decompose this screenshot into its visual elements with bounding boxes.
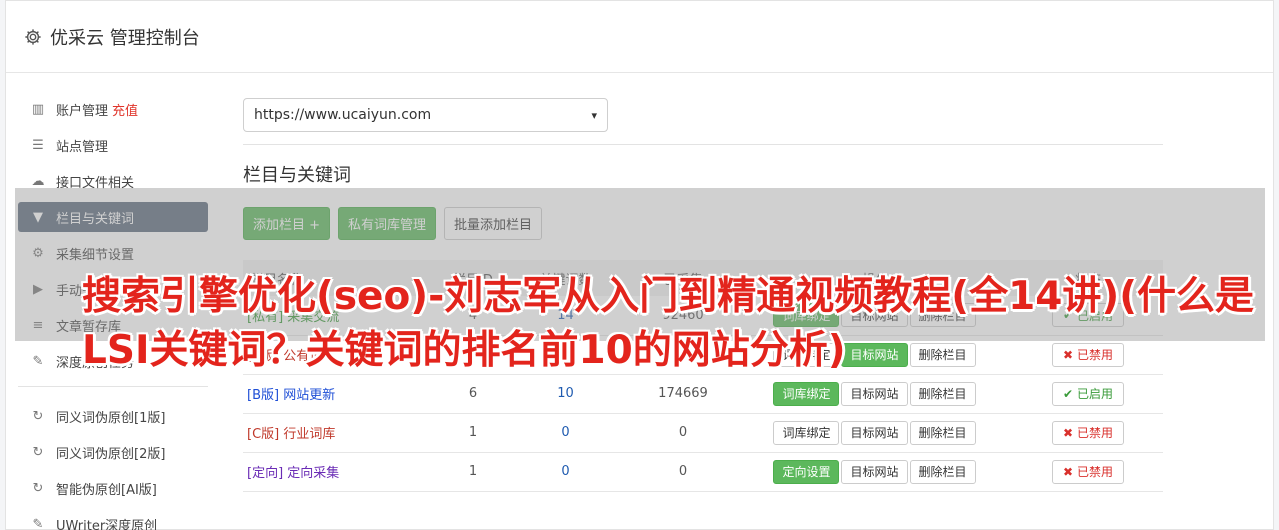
sidebar-item-sites[interactable]: ☰ 站点管理 [18, 130, 208, 160]
check-icon: ✔ [1063, 386, 1074, 401]
row-name[interactable]: 网站更新 [283, 388, 335, 403]
app-title: 优采云 管理控制台 [50, 27, 200, 49]
row-name[interactable]: 定向采集 [287, 466, 339, 481]
row-collected: 0 [678, 425, 688, 440]
table-row: [定向] 定向采集 1 0 0 定向设置 目标网站 删除栏目 ✖ 已禁用 [243, 452, 1163, 491]
sidebar-item-label: UWriter深度原创 [56, 518, 158, 530]
section-title: 栏目与关键词 [243, 165, 351, 186]
sidebar-divider [18, 386, 208, 387]
site-select[interactable]: https://www.ucaiyun.com ▾ [243, 98, 608, 132]
sidebar-item-ai-rewrite[interactable]: ↻ 智能伪原创[AI版] [18, 473, 208, 503]
target-site-button[interactable]: 目标网站 [841, 420, 908, 445]
sidebar-item-synonym-v2[interactable]: ↻ 同义词伪原创[2版] [18, 437, 208, 467]
table-row: [C版] 行业词库 1 0 0 词库绑定 目标网站 删除栏目 ✖ 已禁用 [243, 413, 1163, 452]
sidebar-item-uwriter[interactable]: ✎ UWriter深度原创 [18, 509, 208, 530]
status-toggle[interactable]: ✖ 已禁用 [1052, 420, 1124, 445]
site-select-value: https://www.ucaiyun.com [254, 107, 432, 123]
row-tag: [C版] [247, 427, 280, 442]
delete-column-button[interactable]: 删除栏目 [909, 381, 976, 406]
page: 优采云 管理控制台 ▥ 账户管理 充值 ☰ 站点管理 ☁ 接口文件相关 ▼ 栏目… [0, 0, 1279, 530]
row-collected: 0 [678, 464, 688, 479]
sidebar-item-label: 智能伪原创[AI版] [56, 482, 157, 498]
directed-settings-button[interactable]: 定向设置 [773, 459, 840, 484]
row-kw-count[interactable]: 0 [503, 452, 628, 491]
target-site-button[interactable]: 目标网站 [841, 381, 908, 406]
bar-chart-icon: ▥ [31, 101, 45, 117]
sidebar-item-label: 账户管理 [56, 103, 109, 119]
row-collected: 174669 [658, 386, 708, 401]
row-kw-count[interactable]: 10 [503, 374, 628, 413]
server-icon: ☰ [32, 137, 44, 153]
sidebar-item-label: 同义词伪原创[2版] [56, 446, 166, 462]
row-kw-count[interactable]: 0 [503, 413, 628, 452]
sidebar-item-account[interactable]: ▥ 账户管理 充值 [18, 94, 208, 124]
refresh-icon: ↻ [32, 444, 44, 460]
refresh-icon: ↻ [32, 480, 44, 496]
header: 优采云 管理控制台 [6, 1, 1273, 73]
row-tag: [B版] [247, 388, 280, 403]
table-row: [B版] 网站更新 6 10 174669 词库绑定 目标网站 删除栏目 ✔ 已启用 [243, 374, 1163, 413]
bind-lib-button[interactable]: 词库绑定 [773, 381, 840, 406]
edit-icon: ✎ [32, 516, 44, 530]
delete-column-button[interactable]: 删除栏目 [909, 420, 976, 445]
status-toggle[interactable]: ✖ 已禁用 [1052, 459, 1124, 484]
row-tag: [定向] [247, 466, 284, 481]
row-id: 6 [468, 386, 478, 401]
sidebar-item-synonym-v1[interactable]: ↻ 同义词伪原创[1版] [18, 401, 208, 431]
edit-icon: ✎ [32, 353, 44, 369]
close-icon: ✖ [1063, 425, 1074, 440]
row-id: 1 [468, 464, 478, 479]
sidebar-item-label: 站点管理 [56, 139, 109, 155]
row-id: 1 [468, 425, 478, 440]
gear-icon [25, 28, 41, 45]
recharge-link[interactable]: 充值 [112, 100, 138, 119]
watermark-text: 搜索引擎优化(seo)-刘志军从入门到精通视频教程(全14讲)(什么是LSI关键… [82, 274, 1255, 373]
chevron-down-icon: ▾ [591, 108, 597, 122]
sidebar-item-label: 同义词伪原创[1版] [56, 410, 166, 426]
target-site-button[interactable]: 目标网站 [841, 459, 908, 484]
close-icon: ✖ [1063, 464, 1074, 479]
cloud-download-icon: ☁ [31, 173, 45, 189]
status-toggle[interactable]: ✔ 已启用 [1052, 381, 1124, 406]
row-name[interactable]: 行业词库 [283, 427, 335, 442]
delete-column-button[interactable]: 删除栏目 [909, 459, 976, 484]
divider [243, 144, 1163, 145]
refresh-icon: ↻ [32, 408, 44, 424]
bind-lib-button[interactable]: 词库绑定 [773, 420, 840, 445]
